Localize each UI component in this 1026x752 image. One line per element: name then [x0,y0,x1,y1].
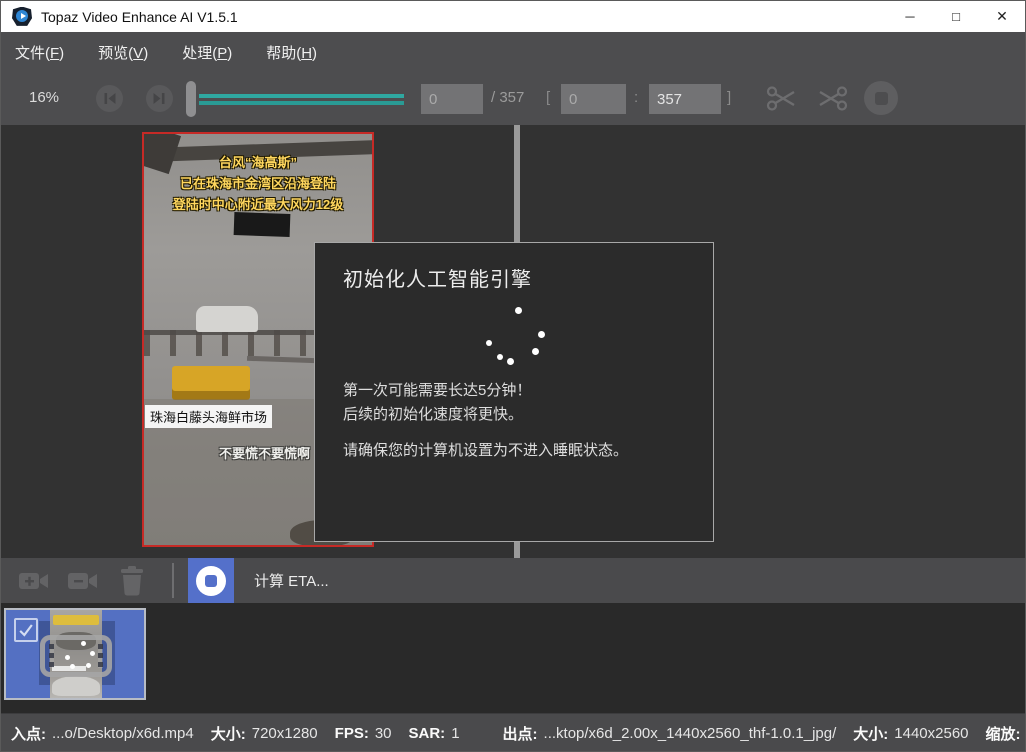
spinner-dot [538,331,545,338]
video-truck-shape [172,366,250,400]
menu-process[interactable]: 处理(P) [182,38,240,67]
status-out-point: 出点: ...ktop/x6d_2.00x_1440x2560_thf-1.0.… [503,723,837,744]
video-location-label: 珠海白藤头海鲜市场 [145,405,272,428]
skip-end-button[interactable] [146,85,173,112]
add-video-button[interactable] [16,558,52,603]
video-car-shape [196,306,258,332]
dialog-line-3: 请确保您的计算机设置为不进入睡眠状态。 [343,439,628,463]
filmstrip-icon [40,635,112,677]
status-sar: SAR: 1 [409,725,460,742]
menu-help[interactable]: 帮助(H) [266,38,325,67]
thumbnail-strip [1,603,1025,713]
skip-start-icon [96,85,123,112]
maximize-button[interactable]: □ [933,1,979,32]
spinner-dot [515,307,522,314]
stop-square-icon [205,575,217,587]
bracket-open: [ [546,89,550,106]
current-frame-input[interactable] [421,84,483,114]
spinner-dot [532,348,539,355]
status-out-size: 大小: 1440x2560 [853,723,968,744]
window-controls: ─ □ ✕ [887,1,1025,32]
video-caption: 台风“海高斯” 已在珠海市金湾区沿海登陆 登陆时中心附近最大风力12级 [144,152,372,215]
stop-preview-button[interactable] [864,81,898,115]
trim-start-input[interactable] [561,84,626,114]
skip-start-button[interactable] [96,85,123,112]
menubar: 文件(F) 预览(V) 处理(P) 帮助(H) [1,32,1025,73]
check-icon [16,620,36,640]
trim-in-button[interactable] [766,85,798,117]
film-holes-right [98,644,103,668]
zoom-level: 16% [29,89,59,106]
status-in-size: 大小: 720x1280 [211,723,318,744]
spinner-dot [90,651,95,656]
spinner-dot [507,358,514,365]
window-title: Topaz Video Enhance AI V1.5.1 [41,9,238,25]
top-band: 文件(F) 预览(V) 处理(P) 帮助(H) 16% [1,32,1025,125]
timeline-slider[interactable] [186,81,408,117]
dialog-line-2: 后续的初始化速度将更快。 [343,403,628,427]
stop-square-icon [875,92,888,105]
dialog-body: 第一次可能需要长达5分钟！ 后续的初始化速度将更快。 请确保您的计算机设置为不进… [343,379,628,463]
video-thumbnail-tile[interactable] [4,608,146,700]
trash-icon [119,566,145,596]
eta-status: 计算 ETA... [254,558,329,603]
preview-area: 台风“海高斯” 已在珠海市金湾区沿海登陆 登陆时中心附近最大风力12级 珠海白藤… [1,125,1025,558]
mini-swirl-shape [52,676,100,696]
dialog-gap [343,427,628,439]
delete-button[interactable] [117,558,147,603]
close-button[interactable]: ✕ [979,1,1025,32]
trim-colon: : [634,89,638,106]
spinner-dot [65,655,70,660]
bracket-close: ] [727,89,731,106]
playback-toolbar: 16% / 357 [ : [1,73,1025,125]
mini-caption-shape [53,615,99,625]
scissors-right-icon [766,85,798,112]
camera-remove-icon [67,569,99,593]
spinner-dot [86,663,91,668]
app-window: Topaz Video Enhance AI V1.5.1 ─ □ ✕ 文件(F… [0,0,1026,752]
app-logo-icon [12,7,32,27]
camera-add-icon [18,569,50,593]
caption-line-1: 台风“海高斯” [144,152,372,173]
skip-end-icon [146,85,173,112]
video-overlay-text: 不要慌不要慌啊 [219,443,310,462]
spinner-dot [70,664,75,669]
video-hanging-object [234,212,291,237]
dialog-line-1: 第一次可能需要长达5分钟！ [343,379,628,403]
scissors-left-icon [816,85,848,112]
spinner-dot [497,354,503,360]
timeline-handle[interactable] [186,81,196,117]
spinner-dot [486,340,492,346]
total-frames-label: / 357 [491,89,524,106]
titlebar: Topaz Video Enhance AI V1.5.1 ─ □ ✕ [1,1,1025,32]
caption-line-2: 已在珠海市金湾区沿海登陆 [144,173,372,194]
spinner-dot [81,641,86,646]
statusbar: 入点: ...o/Desktop/x6d.mp4 大小: 720x1280 FP… [1,713,1025,752]
process-toolbar: 计算 ETA... [1,558,1025,603]
menu-file[interactable]: 文件(F) [15,38,72,67]
status-scale: 缩放: 200% [986,723,1026,744]
toolbar-divider [172,563,174,598]
film-holes-left [49,644,54,668]
stop-processing-button[interactable] [188,558,234,603]
thumbnail-checkbox[interactable] [14,618,38,642]
logo-play-icon [21,13,26,19]
status-in-point: 入点: ...o/Desktop/x6d.mp4 [11,723,194,744]
menu-preview[interactable]: 预览(V) [98,38,156,67]
caption-line-3: 登陆时中心附近最大风力12级 [144,194,372,215]
timeline-track-lower [199,101,404,105]
remove-video-button[interactable] [65,558,101,603]
minimize-button[interactable]: ─ [887,1,933,32]
trim-end-input[interactable] [649,84,721,114]
trim-out-button[interactable] [816,85,848,117]
timeline-track-upper [199,94,404,98]
status-fps: FPS: 30 [335,725,392,742]
init-engine-dialog: 初始化人工智能引擎 第一次可能需要长达5分钟！ 后续的初始化速度将更快。 请确保… [314,242,714,542]
